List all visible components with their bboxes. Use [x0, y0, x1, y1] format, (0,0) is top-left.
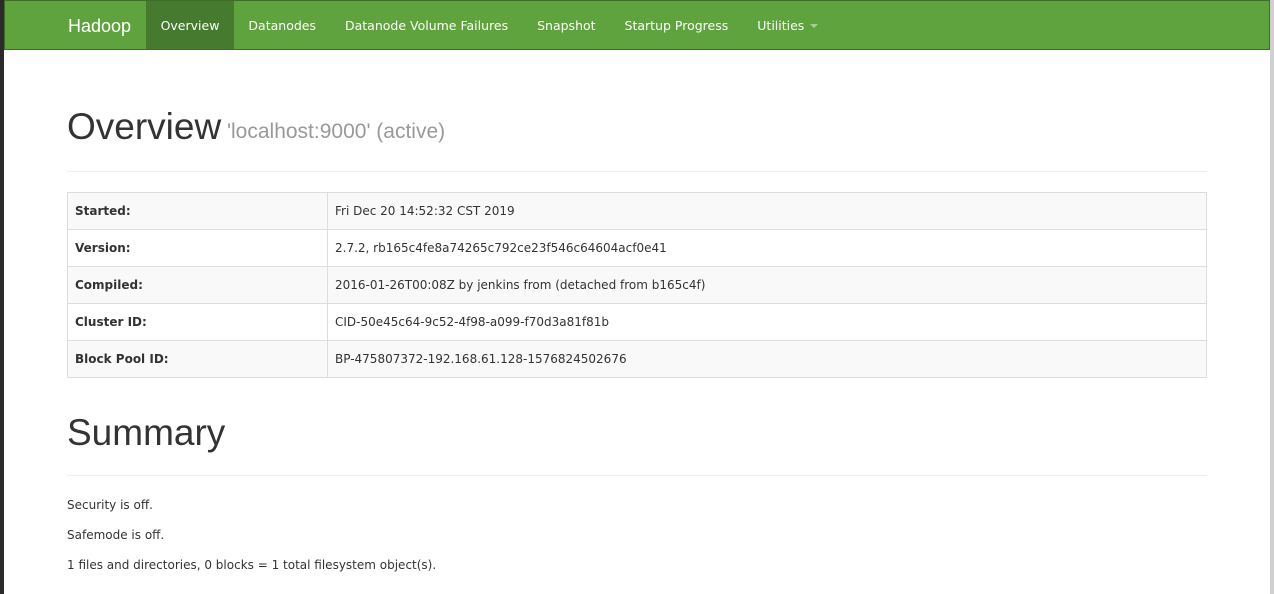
summary-title: Summary [67, 412, 226, 453]
nav-overview[interactable]: Overview [146, 1, 234, 49]
brand-link[interactable]: Hadoop [53, 1, 146, 49]
row-value-version: 2.7.2, rb165c4fe8a74265c792ce23f546c6460… [327, 229, 1207, 267]
overview-header: Overview 'localhost:9000' (active) [67, 107, 1207, 172]
table-row: Block Pool ID: BP-475807372-192.168.61.1… [67, 340, 1207, 378]
summary-files-text: 1 files and directories, 0 blocks = 1 to… [67, 558, 437, 572]
row-value-compiled: 2016-01-26T00:08Z by jenkins from (detac… [327, 266, 1207, 304]
nav-snapshot[interactable]: Snapshot [523, 1, 610, 49]
row-label-compiled: Compiled: [67, 266, 328, 304]
main-content: Overview 'localhost:9000' (active) Start… [67, 50, 1207, 572]
nav-datanodes[interactable]: Datanodes [234, 1, 331, 49]
summary-safemode-text: Safemode is off. [67, 528, 165, 542]
nav-datanode-volume-failures[interactable]: Datanode Volume Failures [330, 1, 522, 49]
table-row: Version: 2.7.2, rb165c4fe8a74265c792ce23… [67, 229, 1207, 267]
nav-utilities-dropdown[interactable]: Utilities [743, 1, 833, 49]
summary-security-text: Security is off. [67, 498, 153, 512]
row-value-block-pool-id: BP-475807372-192.168.61.128-157682450267… [327, 340, 1207, 378]
summary-header: Summary [67, 412, 1207, 476]
row-value-started: Fri Dec 20 14:52:32 CST 2019 [327, 192, 1207, 230]
table-row: Cluster ID: CID-50e45c64-9c52-4f98-a099-… [67, 303, 1207, 341]
overview-table: Started: Fri Dec 20 14:52:32 CST 2019 Ve… [67, 192, 1207, 378]
table-row: Started: Fri Dec 20 14:52:32 CST 2019 [67, 192, 1207, 230]
top-navbar: Hadoop Overview Datanodes Datanode Volum… [4, 0, 1270, 50]
window-frame-right [1270, 0, 1274, 594]
row-label-block-pool-id: Block Pool ID: [67, 340, 328, 378]
caret-down-icon [810, 23, 819, 28]
overview-title: Overview [67, 106, 222, 147]
row-label-version: Version: [67, 229, 328, 267]
nav-startup-progress[interactable]: Startup Progress [610, 1, 743, 49]
overview-subtitle: 'localhost:9000' (active) [227, 120, 446, 143]
row-value-cluster-id: CID-50e45c64-9c52-4f98-a099-f70d3a81f81b [327, 303, 1207, 341]
row-label-cluster-id: Cluster ID: [67, 303, 328, 341]
row-label-started: Started: [67, 192, 328, 230]
table-row: Compiled: 2016-01-26T00:08Z by jenkins f… [67, 266, 1207, 304]
nav-utilities-label: Utilities [757, 18, 805, 33]
window-frame-left [0, 0, 4, 594]
